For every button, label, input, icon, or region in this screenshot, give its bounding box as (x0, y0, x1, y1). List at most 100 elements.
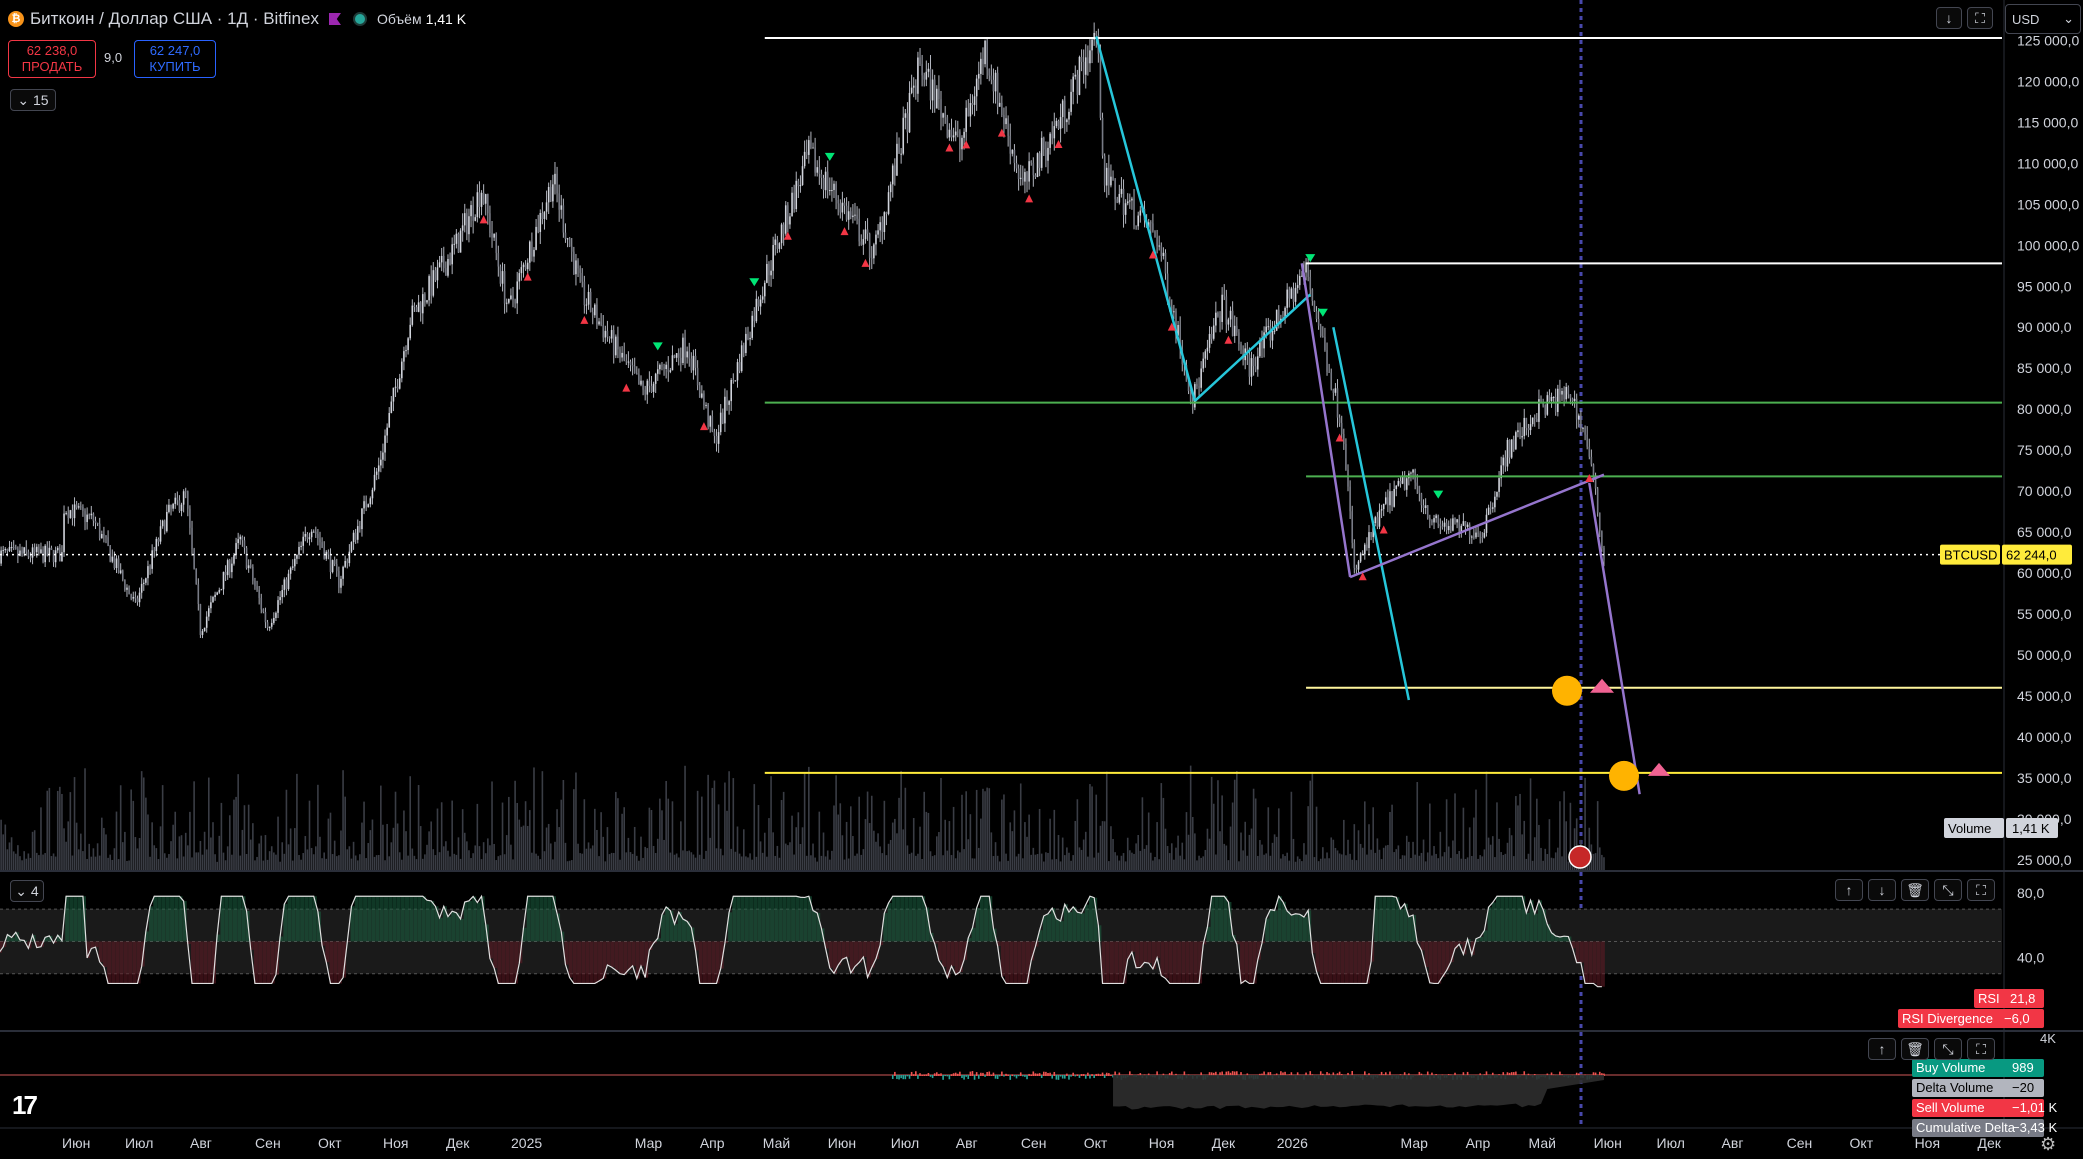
volume-bar (717, 804, 720, 870)
volume-bar (755, 856, 758, 870)
volume-bar (174, 811, 177, 870)
volume-bar (896, 833, 898, 870)
price-candle (210, 602, 212, 609)
volume-bar (623, 807, 626, 870)
volume-bar (1005, 853, 1007, 870)
price-candle (696, 367, 699, 386)
price-candle (1401, 476, 1404, 484)
pane-move-down-button[interactable]: ↓ (1868, 879, 1896, 901)
price-candle (1087, 57, 1089, 64)
volume-bar (1529, 778, 1532, 870)
delta-pane-collapse-button[interactable]: ⤡ (1934, 1038, 1962, 1060)
price-candle (715, 435, 718, 444)
volume-bar (1181, 842, 1184, 870)
delta-pane-maximize-button[interactable]: ⛶ (1967, 1038, 1995, 1060)
price-candle (10, 547, 13, 549)
price-candle (994, 72, 997, 92)
volume-bar (1565, 821, 1568, 870)
delta-volume-bar (921, 1074, 923, 1076)
price-candle (894, 165, 896, 176)
indicators-toggle-button[interactable]: ⌄ 15 (10, 89, 56, 111)
collapse-icon: ⤡ (1942, 1040, 1954, 1057)
rsi-oversold-fill (627, 941, 632, 970)
currency-value: USD (2012, 11, 2040, 27)
volume-bar (1089, 784, 1091, 870)
volume-bar (701, 796, 703, 870)
volume-bar (1072, 855, 1074, 870)
delta-series-label: Buy Volume (1916, 1060, 1985, 1075)
volume-bar (1105, 771, 1108, 870)
rsi-oversold-fill (266, 941, 271, 984)
price-candle (904, 113, 907, 118)
pane-delete-button[interactable]: 🗑 (1901, 879, 1929, 901)
volume-bar (948, 821, 951, 870)
rsi-oversold-fill (199, 941, 204, 984)
rsi-overbought-fill (744, 896, 749, 942)
price-candle (862, 239, 865, 245)
volume-bar (136, 848, 139, 870)
price-candle (774, 239, 777, 246)
price-candle (1040, 137, 1043, 168)
pane-collapse-button[interactable]: ⤡ (1934, 879, 1962, 901)
rsi-oversold-fill (1244, 941, 1249, 981)
volume-bar (673, 854, 676, 870)
price-candle (581, 272, 584, 282)
volume-bar (1512, 856, 1515, 870)
price-candle (1217, 312, 1219, 317)
symbol-title[interactable]: Биткоин / Доллар США · 1Д · Bitfinex (30, 9, 319, 29)
sell-button[interactable]: 62 238,0 ПРОДАТЬ (8, 40, 96, 78)
price-candle (1588, 446, 1591, 457)
buy-button[interactable]: 62 247,0 КУПИТЬ (134, 40, 216, 78)
rsi-oversold-fill (195, 941, 200, 984)
volume-bar (1361, 847, 1364, 870)
tradingview-logo[interactable]: 17 (12, 1090, 38, 1121)
delta-volume-bar (1108, 1073, 1110, 1076)
delta-volume-bar (944, 1075, 946, 1077)
price-candle (281, 590, 284, 598)
chart-area[interactable]: 125 000,0120 000,0115 000,0110 000,0105 … (0, 0, 2083, 1159)
volume-bar (98, 855, 101, 870)
price-candle (917, 57, 919, 94)
price-candle (377, 465, 380, 472)
price-candle (971, 103, 974, 105)
scroll-down-button[interactable]: ↓ (1936, 7, 1962, 29)
volume-bar (594, 808, 596, 870)
price-candle (514, 299, 516, 304)
volume-bar (1051, 859, 1053, 870)
volume-bar (107, 857, 109, 870)
volume-bar (1003, 794, 1005, 870)
volume-bar (1145, 845, 1148, 870)
price-candle (1485, 514, 1488, 533)
rsi-oversold-fill (1428, 941, 1433, 983)
delta-pane-up-button[interactable]: ↑ (1868, 1038, 1896, 1060)
price-candle (1105, 167, 1108, 186)
time-tick-label: Июл (1657, 1135, 1685, 1151)
volume-bar (323, 852, 325, 870)
flag-icon[interactable] (328, 13, 341, 25)
pane-maximize-button[interactable]: ⛶ (1967, 879, 1995, 901)
volume-bar (354, 855, 357, 870)
price-candle (1024, 172, 1026, 182)
rsi-oversold-fill (262, 941, 267, 984)
price-candle (1116, 199, 1119, 203)
price-candle (0, 550, 2, 564)
price-candle (1267, 326, 1270, 328)
price-candle (986, 40, 988, 69)
volume-bar (1433, 846, 1435, 870)
volume-bar (1242, 850, 1244, 870)
rsi-oversold-fill (845, 941, 850, 958)
currency-select[interactable]: USD ⌄ (2005, 4, 2081, 34)
price-candle (1057, 120, 1060, 129)
rsi-pane-toggle[interactable]: ⌄ 4 (10, 880, 44, 902)
price-candle (524, 264, 527, 270)
gear-icon[interactable]: ⚙ (2040, 1134, 2056, 1155)
rsi-overbought-fill (761, 896, 766, 942)
volume-bar (768, 818, 770, 870)
price-candle (268, 626, 271, 628)
sell-signal-marker (1335, 433, 1344, 442)
maximize-pane-button[interactable]: ⛶ (1967, 7, 1993, 29)
volume-bar (1269, 855, 1272, 870)
delta-pane-delete-button[interactable]: 🗑 (1901, 1038, 1929, 1060)
price-candle (535, 226, 537, 250)
pane-move-up-button[interactable]: ↑ (1835, 879, 1863, 901)
